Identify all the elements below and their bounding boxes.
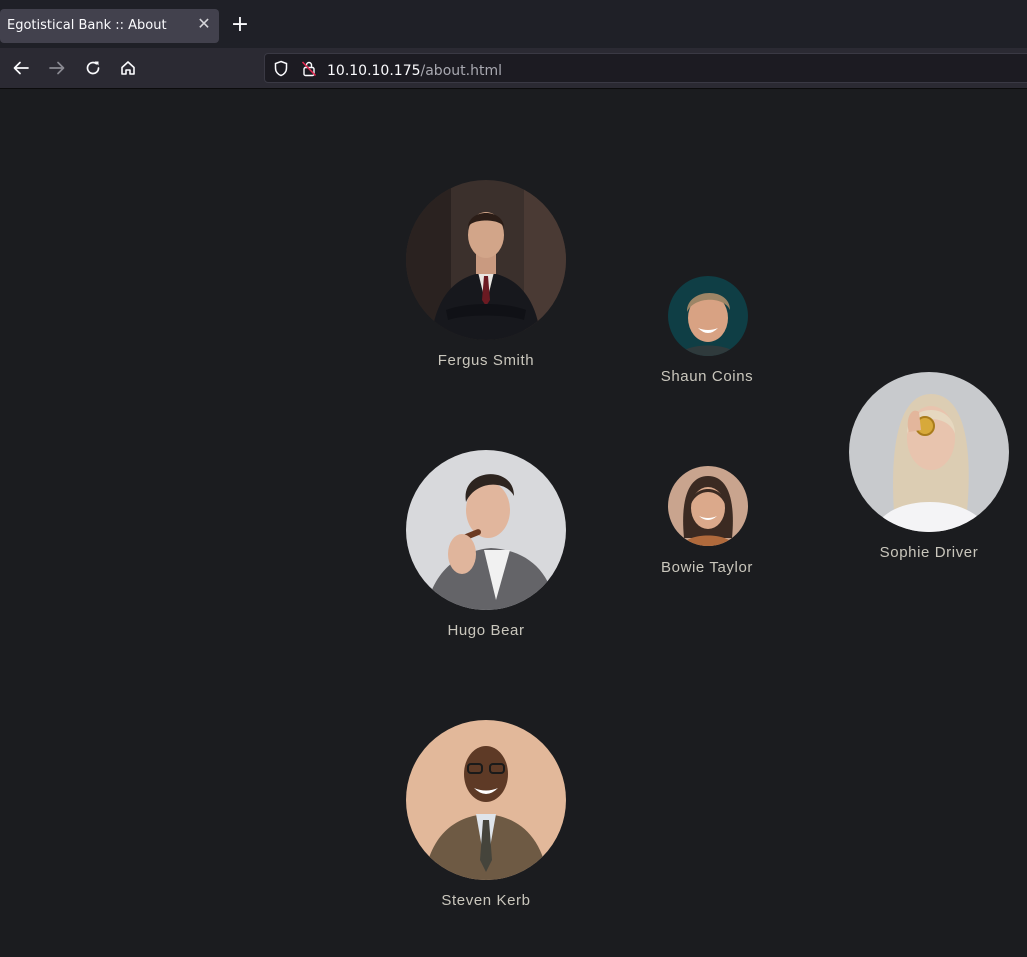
close-tab-icon[interactable]: ✕ xyxy=(196,16,212,32)
team-member-name: Hugo Bear xyxy=(447,622,525,639)
team-section: Fergus Smith Shaun Coins Sophie Driver H… xyxy=(0,89,1027,957)
insecure-lock-icon[interactable] xyxy=(301,60,317,81)
team-member-name: Bowie Taylor xyxy=(661,559,753,576)
tab-title: Egotistical Bank :: About xyxy=(7,18,167,33)
portrait-woman-coin-icon xyxy=(849,372,1009,532)
new-tab-icon[interactable]: + xyxy=(230,14,250,36)
url-text[interactable]: 10.10.10.175/about.html xyxy=(327,60,502,79)
navigation-bar: 10.10.10.175/about.html xyxy=(0,48,1027,89)
team-member-name: Steven Kerb xyxy=(441,892,531,909)
portrait-man-cigar-icon xyxy=(406,450,566,610)
forward-icon[interactable] xyxy=(46,57,68,79)
tab-bar: Egotistical Bank :: About ✕ + xyxy=(0,0,1027,48)
back-icon[interactable] xyxy=(10,57,32,79)
portrait-smiling-woman-icon xyxy=(668,466,748,546)
reload-icon[interactable] xyxy=(82,57,104,79)
url-host: 10.10.10.175 xyxy=(327,63,421,79)
portrait-man-glasses-icon xyxy=(406,720,566,880)
team-member-name: Fergus Smith xyxy=(437,352,535,369)
team-member-name: Shaun Coins xyxy=(660,368,754,385)
portrait-man-suit-icon xyxy=(406,180,566,340)
url-path: /about.html xyxy=(420,63,502,79)
team-member-name: Sophie Driver xyxy=(879,544,979,561)
tab-about[interactable]: Egotistical Bank :: About ✕ xyxy=(0,9,219,43)
home-icon[interactable] xyxy=(117,57,139,79)
address-bar[interactable]: 10.10.10.175/about.html xyxy=(264,53,1027,83)
portrait-smiling-man-icon xyxy=(668,276,748,356)
shield-icon[interactable] xyxy=(273,60,289,81)
